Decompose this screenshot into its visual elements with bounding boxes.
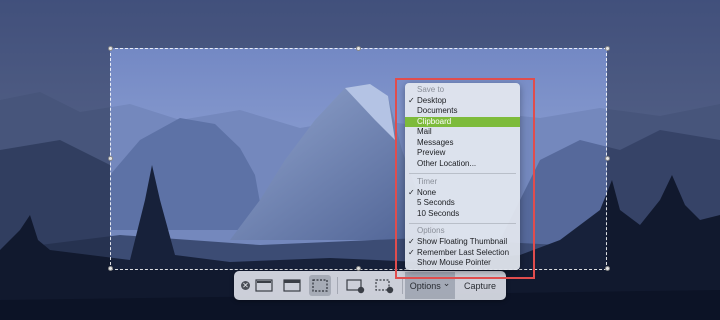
- capture-window-button[interactable]: [281, 275, 303, 296]
- checkmark-icon: ✓: [408, 188, 415, 197]
- record-entire-screen-icon: [346, 279, 365, 294]
- resize-handle-top-right[interactable]: [605, 46, 610, 51]
- record-selection-button[interactable]: [374, 275, 396, 296]
- capture-label: Capture: [463, 280, 497, 291]
- dim-overlay-top: [0, 0, 720, 48]
- capture-entire-screen-icon: [255, 279, 273, 292]
- options-button[interactable]: Options ⌄: [405, 272, 455, 299]
- options-label: Options: [409, 280, 441, 291]
- capture-window-icon: [283, 279, 301, 292]
- capture-entire-screen-button[interactable]: [253, 275, 275, 296]
- menu-item-preview[interactable]: Preview: [405, 148, 520, 158]
- resize-handle-bottom-right[interactable]: [605, 266, 610, 271]
- resize-handle-right[interactable]: [605, 156, 610, 161]
- menu-item-mail[interactable]: Mail: [405, 127, 520, 137]
- checkmark-icon: ✓: [408, 96, 415, 105]
- capture-selection-area[interactable]: [110, 48, 607, 270]
- checkmark-icon: ✓: [408, 237, 415, 246]
- menu-item-timer-none[interactable]: ✓ None: [405, 188, 520, 198]
- dim-overlay-right: [607, 48, 720, 270]
- menu-separator: [409, 173, 516, 174]
- record-selection-icon: [375, 279, 394, 294]
- menu-item-show-floating-thumbnail[interactable]: ✓ Show Floating Thumbnail: [405, 237, 520, 247]
- capture-selection-icon: [312, 279, 328, 292]
- resize-handle-top-left[interactable]: [108, 46, 113, 51]
- options-menu: Save to ✓ Desktop Documents Clipboard Ma…: [405, 83, 520, 270]
- menu-item-documents[interactable]: Documents: [405, 106, 520, 116]
- capture-button[interactable]: Capture: [455, 272, 505, 299]
- menu-item-show-mouse-pointer[interactable]: Show Mouse Pointer: [405, 258, 520, 268]
- menu-item-other-location[interactable]: Other Location...: [405, 159, 520, 169]
- menu-header-timer: Timer: [417, 177, 438, 186]
- resize-handle-left[interactable]: [108, 156, 113, 161]
- resize-handle-top[interactable]: [356, 46, 361, 51]
- menu-header-options: Options: [417, 226, 445, 235]
- resize-handle-bottom-left[interactable]: [108, 266, 113, 271]
- toolbar-divider: [402, 277, 403, 294]
- menu-item-clipboard[interactable]: Clipboard: [405, 117, 520, 127]
- menu-separator: [409, 223, 516, 224]
- menu-item-messages[interactable]: Messages: [405, 138, 520, 148]
- checkmark-icon: ✓: [408, 248, 415, 257]
- close-circle-icon[interactable]: ✕: [241, 281, 250, 290]
- menu-item-desktop[interactable]: ✓ Desktop: [405, 96, 520, 106]
- record-entire-screen-button[interactable]: [345, 275, 367, 296]
- menu-item-timer-5-seconds[interactable]: 5 Seconds: [405, 198, 520, 208]
- dim-overlay-left: [0, 48, 110, 270]
- chevron-down-icon: ⌄: [442, 278, 451, 288]
- menu-item-timer-10-seconds[interactable]: 10 Seconds: [405, 209, 520, 219]
- menu-header-save-to: Save to: [417, 85, 445, 94]
- menu-item-remember-last-selection[interactable]: ✓ Remember Last Selection: [405, 248, 520, 258]
- capture-selection-button[interactable]: [309, 275, 331, 296]
- toolbar-divider: [337, 277, 338, 294]
